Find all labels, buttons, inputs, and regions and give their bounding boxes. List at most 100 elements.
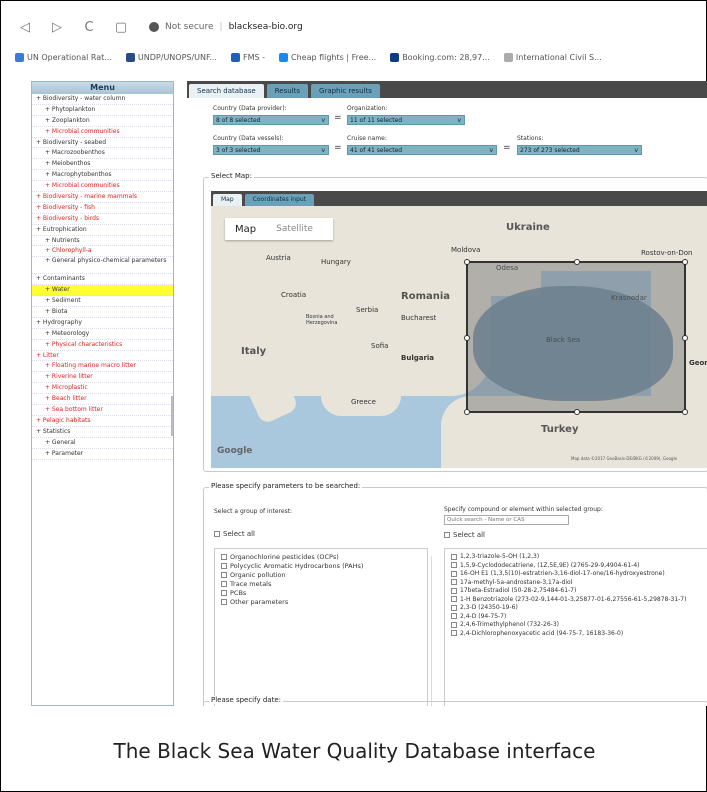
- bookmark-item[interactable]: Cheap flights | Free...: [278, 52, 376, 62]
- tab-graphic-results[interactable]: Graphic results: [311, 84, 380, 98]
- menu-item[interactable]: + Biodiversity - seabed: [32, 138, 173, 149]
- resize-handle[interactable]: [682, 335, 688, 341]
- menu-item[interactable]: + Water: [32, 285, 173, 297]
- url-text[interactable]: blacksea-bio.org: [229, 22, 303, 32]
- checkbox-icon[interactable]: [451, 587, 457, 594]
- menu-item[interactable]: + Parameter: [32, 449, 173, 460]
- compound-item[interactable]: 16-OH E1 (1,3,5(10)-estratrien-3,16-diol…: [451, 570, 707, 579]
- compound-item[interactable]: 2,3-D (24350-19-6): [451, 604, 707, 613]
- menu-item[interactable]: + General physico-chemical parameters: [32, 257, 173, 275]
- checkbox-icon[interactable]: [451, 579, 457, 585]
- checkbox-icon[interactable]: [451, 562, 457, 568]
- back-icon[interactable]: ◁: [15, 20, 35, 35]
- compound-item[interactable]: 17beta-Estradiol (50-28-2,75484-61-7): [451, 587, 707, 596]
- group-item[interactable]: Polycyclic Aromatic Hydrocarbons (PAHs): [221, 562, 421, 571]
- checkbox-icon[interactable]: [221, 572, 227, 578]
- menu-item[interactable]: + Microbial communities: [32, 127, 173, 138]
- selection-rectangle[interactable]: [464, 259, 688, 415]
- tab-search-database[interactable]: Search database: [189, 84, 264, 98]
- menu-item[interactable]: + Meteorology: [32, 329, 173, 340]
- bookmark-item[interactable]: FMS -: [230, 52, 265, 62]
- menu-item[interactable]: + Phytoplankton: [32, 105, 173, 116]
- checkbox-icon[interactable]: [451, 596, 457, 602]
- menu-item[interactable]: + Biodiversity - marine mammals: [32, 192, 173, 203]
- tab-icon[interactable]: ▢: [111, 20, 131, 35]
- checkbox-icon[interactable]: [221, 599, 227, 605]
- compound-item[interactable]: 1,5,9-Cyclododecatriene, (1Z,5E,9E) (276…: [451, 562, 707, 571]
- menu-item[interactable]: + Sea bottom litter: [32, 405, 173, 416]
- menu-item[interactable]: + Microplastic: [32, 383, 173, 395]
- group-item[interactable]: Organic pollution: [221, 571, 421, 580]
- resize-handle[interactable]: [574, 259, 580, 265]
- tab-coordinates-input[interactable]: Coordinates input: [244, 194, 315, 206]
- resize-handle[interactable]: [574, 409, 580, 415]
- select-all-compounds[interactable]: Select all: [444, 531, 485, 539]
- tab-results[interactable]: Results: [266, 84, 309, 98]
- menu-item[interactable]: + Biodiversity - birds: [32, 214, 173, 225]
- map-type-satellite-button[interactable]: Satellite: [266, 224, 323, 234]
- menu-item[interactable]: + Nutrients: [32, 236, 173, 247]
- menu-item[interactable]: + Physical characteristics: [32, 340, 173, 351]
- checkbox-icon[interactable]: [451, 630, 457, 636]
- compound-item[interactable]: 2,4,6-Trimethylphenol (732-26-3): [451, 621, 707, 630]
- menu-item[interactable]: + Litter: [32, 351, 173, 362]
- cruise-select[interactable]: 41 of 41 selected v: [347, 145, 497, 155]
- group-item[interactable]: Organochlorine pesticides (OCPs): [221, 553, 421, 562]
- menu-item[interactable]: + Chlorophyll-a: [32, 246, 173, 258]
- menu-item[interactable]: + Riverine litter: [32, 372, 173, 384]
- bookmark-item[interactable]: International Civil S...: [503, 52, 602, 62]
- checkbox-icon[interactable]: [221, 554, 227, 560]
- menu-item[interactable]: + Contaminants: [32, 274, 173, 286]
- checkbox-icon[interactable]: [451, 570, 457, 577]
- menu-item[interactable]: + Biota: [32, 307, 173, 318]
- compound-search-input[interactable]: [444, 515, 569, 525]
- country-provider-select[interactable]: 8 of 8 selected v: [213, 115, 329, 125]
- checkbox-icon[interactable]: [451, 604, 457, 611]
- checkbox-icon[interactable]: [214, 531, 220, 537]
- map-type-map-button[interactable]: Map: [225, 224, 266, 235]
- resize-handle[interactable]: [682, 409, 688, 415]
- menu-item[interactable]: + Zooplankton: [32, 116, 173, 127]
- menu-item[interactable]: + Macrophytobenthos: [32, 170, 173, 182]
- bookmark-item[interactable]: UNDP/UNOPS/UNF...: [125, 52, 217, 62]
- menu-item[interactable]: + Beach litter: [32, 394, 173, 406]
- group-item[interactable]: PCBs: [221, 589, 421, 598]
- checkbox-icon[interactable]: [451, 553, 457, 560]
- checkbox-icon[interactable]: [221, 590, 227, 596]
- compound-item[interactable]: 1,2,3-triazole-5-OH (1,2,3): [451, 553, 707, 562]
- compound-item[interactable]: 17a-methyl-5a-androstane-3,17a-diol: [451, 579, 707, 588]
- resize-handle[interactable]: [464, 409, 470, 415]
- compound-item[interactable]: 2,4-D (94-75-7): [451, 613, 707, 622]
- checkbox-icon[interactable]: [221, 563, 227, 569]
- menu-item[interactable]: + Meiobenthos: [32, 159, 173, 171]
- menu-item[interactable]: + Macrozoobenthos: [32, 148, 173, 160]
- compound-item[interactable]: 1-H Benzotriazole (273-02-9,144-01-3,258…: [451, 596, 707, 605]
- map-view[interactable]: Map Satellite Ukraine Romania Italy Turk…: [211, 206, 707, 468]
- menu-item[interactable]: + General: [32, 438, 173, 449]
- menu-item[interactable]: + Biodiversity - fish: [32, 203, 173, 214]
- address-bar[interactable]: Not secure | blacksea-bio.org: [149, 22, 303, 32]
- menu-item[interactable]: + Hydrography: [32, 318, 173, 329]
- menu-item[interactable]: + Sediment: [32, 296, 173, 308]
- select-all-groups[interactable]: Select all: [214, 530, 255, 538]
- menu-item[interactable]: + Eutrophication: [32, 225, 173, 236]
- group-item[interactable]: Other parameters: [221, 598, 421, 607]
- menu-item[interactable]: + Microbial communities: [32, 181, 173, 193]
- resize-handle[interactable]: [464, 259, 470, 265]
- reload-icon[interactable]: C: [79, 20, 99, 35]
- checkbox-icon[interactable]: [221, 581, 227, 587]
- menu-item[interactable]: + Statistics: [32, 427, 173, 438]
- group-list-scrollbar[interactable]: [431, 556, 437, 706]
- compound-item[interactable]: 2,4-Dichlorophenoxyacetic acid (94-75-7,…: [451, 630, 707, 639]
- checkbox-icon[interactable]: [451, 621, 457, 628]
- bookmark-item[interactable]: UN Operational Rat...: [15, 52, 112, 62]
- menu-item[interactable]: + Biodiversity - water column: [32, 94, 173, 105]
- group-item[interactable]: Trace metals: [221, 580, 421, 589]
- stations-select[interactable]: 273 of 273 selected v: [517, 145, 642, 155]
- organization-select[interactable]: 11 of 11 selected v: [347, 115, 465, 125]
- country-vessels-select[interactable]: 3 of 3 selected v: [213, 145, 329, 155]
- menu-item[interactable]: + Floating marine macro litter: [32, 361, 173, 373]
- menu-item[interactable]: + Pelagic habitats: [32, 416, 173, 427]
- resize-handle[interactable]: [682, 259, 688, 265]
- bookmark-item[interactable]: Booking.com: 28,97...: [390, 52, 490, 62]
